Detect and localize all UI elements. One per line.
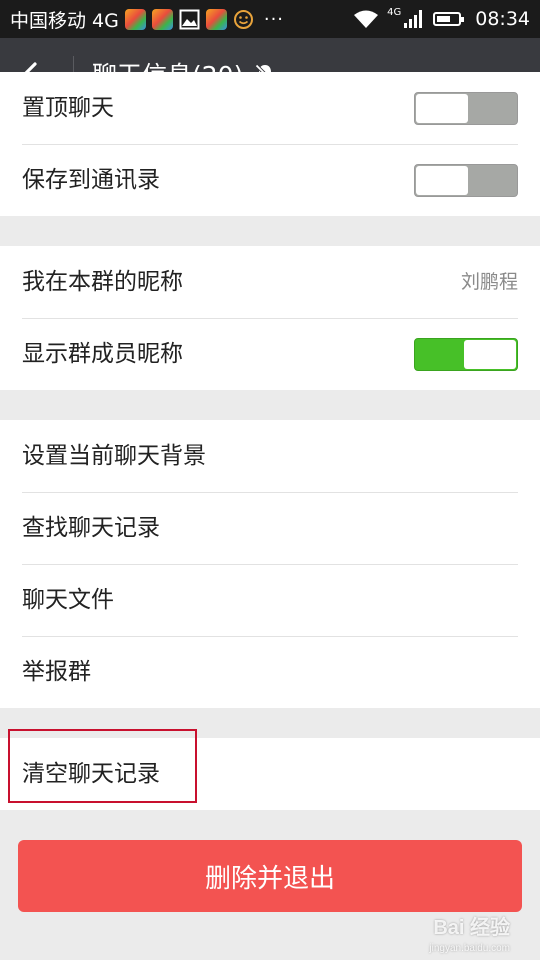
show-member-nicknames-toggle[interactable] — [414, 338, 518, 371]
carrier-label: 中国移动 4G — [10, 9, 119, 32]
save-to-contacts-toggle[interactable] — [414, 164, 518, 197]
row-search-history[interactable]: 查找聊天记录 — [0, 492, 540, 564]
settings-group-nickname: 我在本群的昵称 刘鹏程 显示群成员昵称 — [0, 246, 540, 390]
row-save-to-contacts[interactable]: 保存到通讯录 — [0, 144, 540, 216]
row-chat-files[interactable]: 聊天文件 — [0, 564, 540, 636]
baidu-watermark: Bai 经验 — [433, 917, 510, 939]
pin-chat-toggle[interactable] — [414, 92, 518, 125]
status-bar: 中国移动 4G ··· 4G 08:34 — [0, 0, 540, 38]
row-report-group[interactable]: 举报群 — [0, 636, 540, 708]
app-notification-icon — [124, 8, 146, 30]
smiley-icon — [233, 9, 253, 29]
battery-icon — [433, 12, 465, 26]
row-chat-background[interactable]: 设置当前聊天背景 — [0, 420, 540, 492]
clock: 08:34 — [475, 8, 530, 30]
row-clear-history[interactable]: 清空聊天记录 — [0, 738, 540, 810]
pin-chat-label: 置顶聊天 — [22, 95, 114, 121]
wifi-icon — [354, 10, 379, 28]
app-notification-icon-2 — [151, 8, 173, 30]
my-nickname-value: 刘鹏程 — [460, 271, 518, 293]
report-group-label: 举报群 — [22, 659, 91, 685]
app-notification-icon-3 — [205, 8, 227, 30]
settings-group-misc: 设置当前聊天背景 查找聊天记录 聊天文件 举报群 — [0, 420, 540, 708]
chat-files-label: 聊天文件 — [22, 587, 114, 613]
settings-group-clear: 清空聊天记录 — [0, 738, 540, 810]
delete-and-exit-button[interactable]: 删除并退出 — [18, 840, 522, 912]
row-my-nickname[interactable]: 我在本群的昵称 刘鹏程 — [0, 246, 540, 318]
row-show-member-nicknames[interactable]: 显示群成员昵称 — [0, 318, 540, 390]
network-type: 4G — [387, 6, 402, 18]
search-history-label: 查找聊天记录 — [22, 515, 160, 541]
my-nickname-label: 我在本群的昵称 — [22, 269, 183, 295]
row-pin-chat[interactable]: 置顶聊天 — [0, 72, 540, 144]
more-notifications: ··· — [263, 8, 285, 30]
baidu-watermark-url: jingyan.baidu.com — [429, 943, 510, 954]
save-to-contacts-label: 保存到通讯录 — [22, 167, 160, 193]
signal-icon — [404, 10, 423, 28]
show-member-nicknames-label: 显示群成员昵称 — [22, 341, 183, 367]
clear-history-label: 清空聊天记录 — [22, 761, 160, 787]
settings-group-chat: 置顶聊天 保存到通讯录 — [0, 72, 540, 216]
gallery-icon — [179, 9, 200, 29]
chat-background-label: 设置当前聊天背景 — [22, 443, 206, 469]
